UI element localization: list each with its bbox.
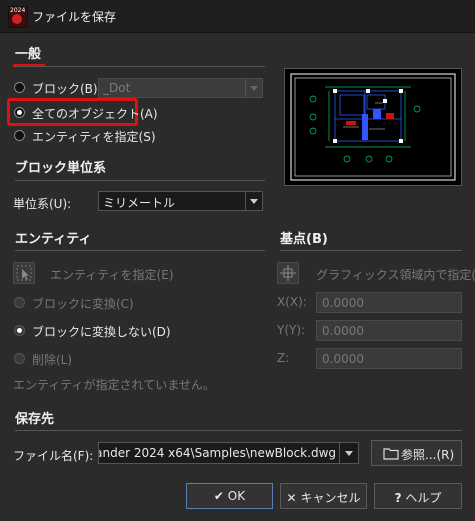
specify-entity-label: エンティティを指定(S) bbox=[32, 130, 156, 144]
block-preview bbox=[284, 68, 462, 186]
check-icon: ✔ bbox=[213, 489, 224, 503]
pick-point-button-label: グラフィックス領域内で指定(G) bbox=[316, 268, 475, 282]
general-section-title: 一般 bbox=[15, 47, 42, 62]
entity-divider bbox=[15, 250, 265, 251]
filename-label: ファイル名(F): bbox=[13, 449, 94, 463]
block-radio[interactable] bbox=[14, 82, 25, 93]
app-logo-icon: 2024 bbox=[8, 6, 28, 28]
unit-select[interactable]: ミリメートル bbox=[98, 191, 263, 211]
browse-button[interactable]: 参照...(R) bbox=[371, 440, 462, 466]
save-to-section-title: 保存先 bbox=[15, 412, 55, 427]
y-label: Y(Y): bbox=[277, 323, 306, 337]
base-point-section-title: 基点(B) bbox=[280, 232, 328, 247]
window-title: ファイルを保存 bbox=[32, 10, 117, 24]
chevron-down-icon bbox=[245, 192, 262, 210]
block-select[interactable]: _Dot bbox=[98, 78, 263, 98]
x-field[interactable]: 0.0000 bbox=[316, 292, 462, 313]
unit-label: 単位系(U): bbox=[13, 197, 72, 211]
specify-entity-button-label: エンティティを指定(E) bbox=[50, 268, 174, 282]
preview-drawing bbox=[290, 73, 456, 181]
no-convert-radio[interactable] bbox=[14, 325, 25, 336]
convert-block-label: ブロックに変換(C) bbox=[32, 297, 134, 311]
z-label: Z: bbox=[277, 351, 290, 365]
general-divider bbox=[15, 66, 265, 67]
y-field[interactable]: 0.0000 bbox=[316, 320, 462, 341]
block-radio-label: ブロック(B): bbox=[32, 82, 102, 96]
delete-radio[interactable] bbox=[14, 353, 25, 364]
cancel-button[interactable]: ✕ キャンセル bbox=[280, 483, 367, 509]
entity-status-text: エンティティが指定されていません。 bbox=[13, 378, 215, 392]
x-icon: ✕ bbox=[286, 491, 297, 505]
units-section-title: ブロック単位系 bbox=[15, 161, 107, 176]
chevron-down-icon[interactable] bbox=[339, 443, 358, 463]
base-point-divider bbox=[280, 250, 462, 251]
filename-combo[interactable]: ommander 2024 x64\Samples\newBlock.dwg bbox=[98, 442, 359, 464]
entity-section-title: エンティティ bbox=[15, 232, 92, 247]
all-objects-radio[interactable] bbox=[14, 107, 25, 118]
save-to-divider bbox=[15, 430, 462, 431]
help-button[interactable]: ? ヘルプ bbox=[374, 483, 462, 509]
title-bar: 2024 ファイルを保存 bbox=[0, 0, 475, 33]
z-field[interactable]: 0.0000 bbox=[316, 348, 462, 369]
all-objects-label: 全てのオブジェクト(A) bbox=[32, 107, 158, 121]
pick-point-icon[interactable] bbox=[277, 262, 299, 284]
ok-button[interactable]: ✔ OK bbox=[186, 483, 273, 509]
question-icon: ? bbox=[394, 491, 402, 505]
units-divider bbox=[15, 180, 265, 181]
chevron-down-icon bbox=[245, 79, 262, 97]
convert-block-radio[interactable] bbox=[14, 297, 25, 308]
no-convert-label: ブロックに変換しない(D) bbox=[32, 325, 171, 339]
x-label: X(X): bbox=[277, 295, 307, 309]
delete-label: 削除(L) bbox=[32, 353, 73, 367]
specify-entity-radio[interactable] bbox=[14, 130, 25, 141]
folder-icon bbox=[383, 448, 399, 460]
select-entity-icon[interactable] bbox=[13, 262, 35, 284]
